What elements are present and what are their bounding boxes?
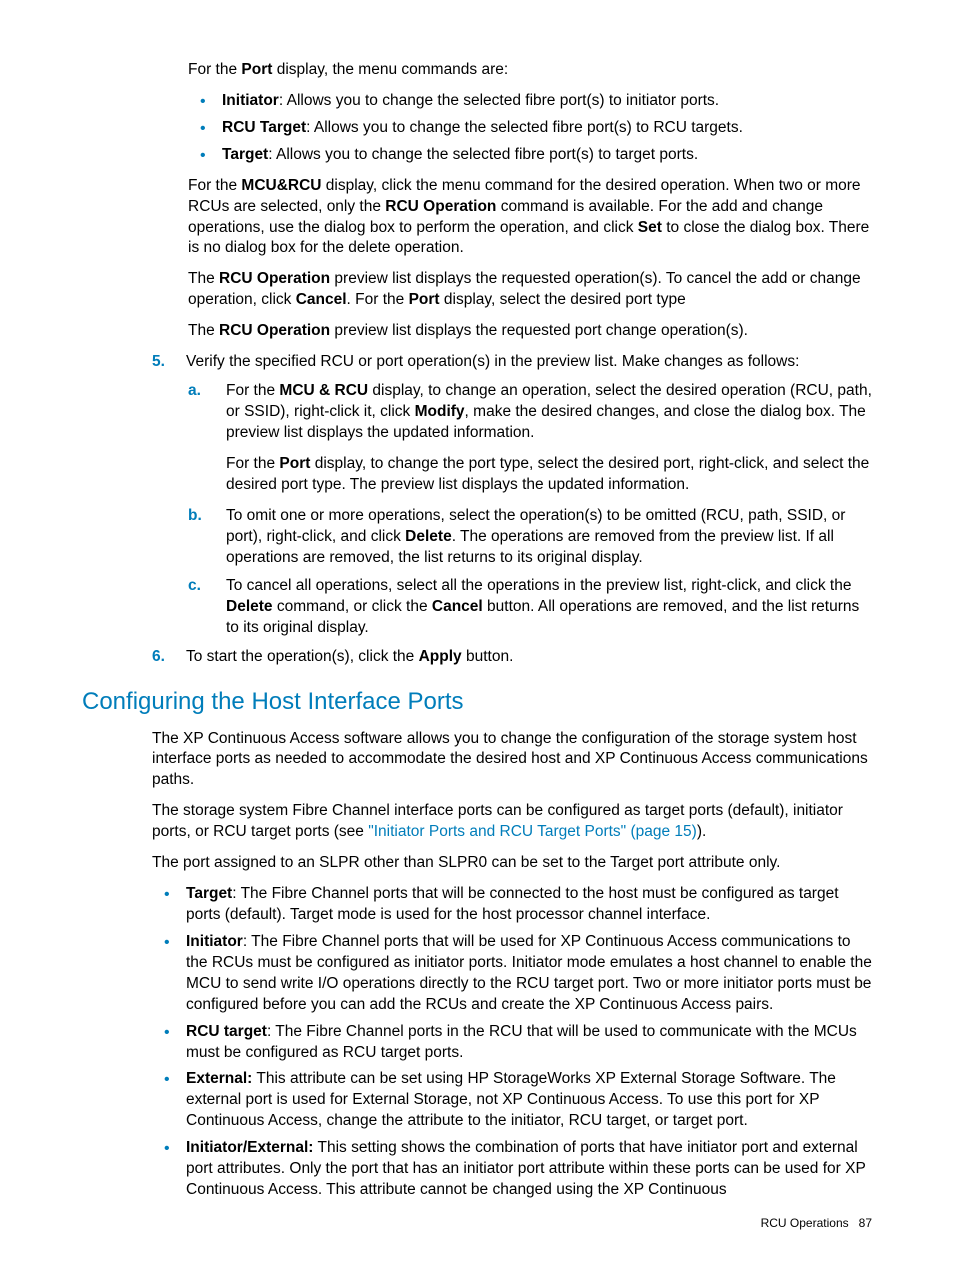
document-page: For the Port display, the menu commands …	[0, 0, 954, 1271]
step-5: 5. Verify the specified RCU or port oper…	[152, 352, 872, 373]
step-6: 6. To start the operation(s), click the …	[152, 647, 872, 668]
step-number: 6.	[152, 647, 165, 668]
bold: Cancel	[432, 598, 483, 615]
section-p1: The XP Continuous Access software allows…	[152, 729, 872, 792]
item-bold: RCU Target	[222, 119, 306, 136]
bold: RCU Operation	[219, 322, 330, 339]
list-item: Initiator: The Fibre Channel ports that …	[152, 932, 872, 1016]
text: The	[188, 322, 219, 339]
list-item: Target: Allows you to change the selecte…	[188, 145, 872, 166]
text: To start the operation(s), click the	[186, 648, 419, 665]
bold: MCU&RCU	[241, 177, 321, 194]
substep-a: a. For the MCU & RCU display, to change …	[188, 381, 872, 496]
substep-marker: a.	[188, 381, 201, 402]
text: display, the menu commands are:	[272, 61, 508, 78]
substep-b: b. To omit one or more operations, selec…	[188, 506, 872, 569]
text: For the	[226, 382, 279, 399]
bold: RCU Operation	[219, 270, 330, 287]
substep-block: a. For the MCU & RCU display, to change …	[188, 381, 872, 639]
text: For the	[226, 455, 279, 472]
step-number: 5.	[152, 352, 165, 373]
step-text: Verify the specified RCU or port operati…	[186, 353, 799, 370]
mcu-paragraph-3: The RCU Operation preview list displays …	[188, 321, 872, 342]
port-intro: For the Port display, the menu commands …	[188, 60, 872, 81]
text: For the	[188, 177, 241, 194]
section-title: Configuring the Host Interface Ports	[82, 686, 872, 718]
item-text: : Allows you to change the selected fibr…	[279, 92, 719, 109]
list-item: Initiator: Allows you to change the sele…	[188, 91, 872, 112]
bold: Cancel	[296, 291, 347, 308]
list-item: External: This attribute can be set usin…	[152, 1069, 872, 1132]
text: ).	[697, 823, 706, 840]
bold-port: Port	[241, 61, 272, 78]
bold: RCU Operation	[385, 198, 496, 215]
step-block: 6. To start the operation(s), click the …	[152, 647, 872, 668]
bold: Port	[279, 455, 310, 472]
section-body: The XP Continuous Access software allows…	[152, 729, 872, 1201]
item-bold: RCU target	[186, 1023, 267, 1040]
item-text: This attribute can be set using HP Stora…	[186, 1070, 836, 1129]
item-text: : Allows you to change the selected fibr…	[268, 146, 698, 163]
item-bold: Initiator	[222, 92, 279, 109]
text: To cancel all operations, select all the…	[226, 577, 851, 594]
item-text: : The Fibre Channel ports that will be c…	[186, 885, 839, 923]
item-bold: Initiator	[186, 933, 243, 950]
item-text: : Allows you to change the selected fibr…	[306, 119, 743, 136]
page-footer: RCU Operations 87	[761, 1215, 872, 1231]
port-type-list: Target: The Fibre Channel ports that wil…	[152, 884, 872, 1201]
text: The	[188, 270, 219, 287]
item-bold: Target	[186, 885, 232, 902]
substep-c: c. To cancel all operations, select all …	[188, 576, 872, 639]
text: display, select the desired port type	[440, 291, 686, 308]
substep-marker: b.	[188, 506, 202, 527]
text: button.	[462, 648, 514, 665]
text: . For the	[347, 291, 409, 308]
item-bold: External:	[186, 1070, 252, 1087]
text: command, or click the	[273, 598, 432, 615]
bold: Apply	[419, 648, 462, 665]
bold: Delete	[405, 528, 452, 545]
item-text: : The Fibre Channel ports in the RCU tha…	[186, 1023, 857, 1061]
mcu-paragraph-2: The RCU Operation preview list displays …	[188, 269, 872, 311]
section-p3: The port assigned to an SLPR other than …	[152, 853, 872, 874]
intro-block: For the Port display, the menu commands …	[188, 60, 872, 342]
footer-section: RCU Operations	[761, 1216, 849, 1230]
substep-marker: c.	[188, 576, 201, 597]
step-block: 5. Verify the specified RCU or port oper…	[152, 352, 872, 373]
item-text: : The Fibre Channel ports that will be u…	[186, 933, 872, 1013]
bold: MCU & RCU	[279, 382, 368, 399]
bold: Modify	[415, 403, 465, 420]
page-number: 87	[859, 1216, 872, 1230]
list-item: Target: The Fibre Channel ports that wil…	[152, 884, 872, 926]
port-command-list: Initiator: Allows you to change the sele…	[188, 91, 872, 166]
item-bold: Target	[222, 146, 268, 163]
bold: Port	[409, 291, 440, 308]
cross-ref-link[interactable]: "Initiator Ports and RCU Target Ports" (…	[368, 823, 697, 840]
item-bold: Initiator/External:	[186, 1139, 313, 1156]
list-item: RCU target: The Fibre Channel ports in t…	[152, 1022, 872, 1064]
text: preview list displays the requested port…	[330, 322, 748, 339]
section-p2: The storage system Fibre Channel interfa…	[152, 801, 872, 843]
bold: Delete	[226, 598, 273, 615]
bold: Set	[638, 219, 662, 236]
text: display, to change the port type, select…	[226, 455, 869, 493]
list-item: RCU Target: Allows you to change the sel…	[188, 118, 872, 139]
list-item: Initiator/External: This setting shows t…	[152, 1138, 872, 1201]
text: For the	[188, 61, 241, 78]
mcu-paragraph-1: For the MCU&RCU display, click the menu …	[188, 176, 872, 260]
